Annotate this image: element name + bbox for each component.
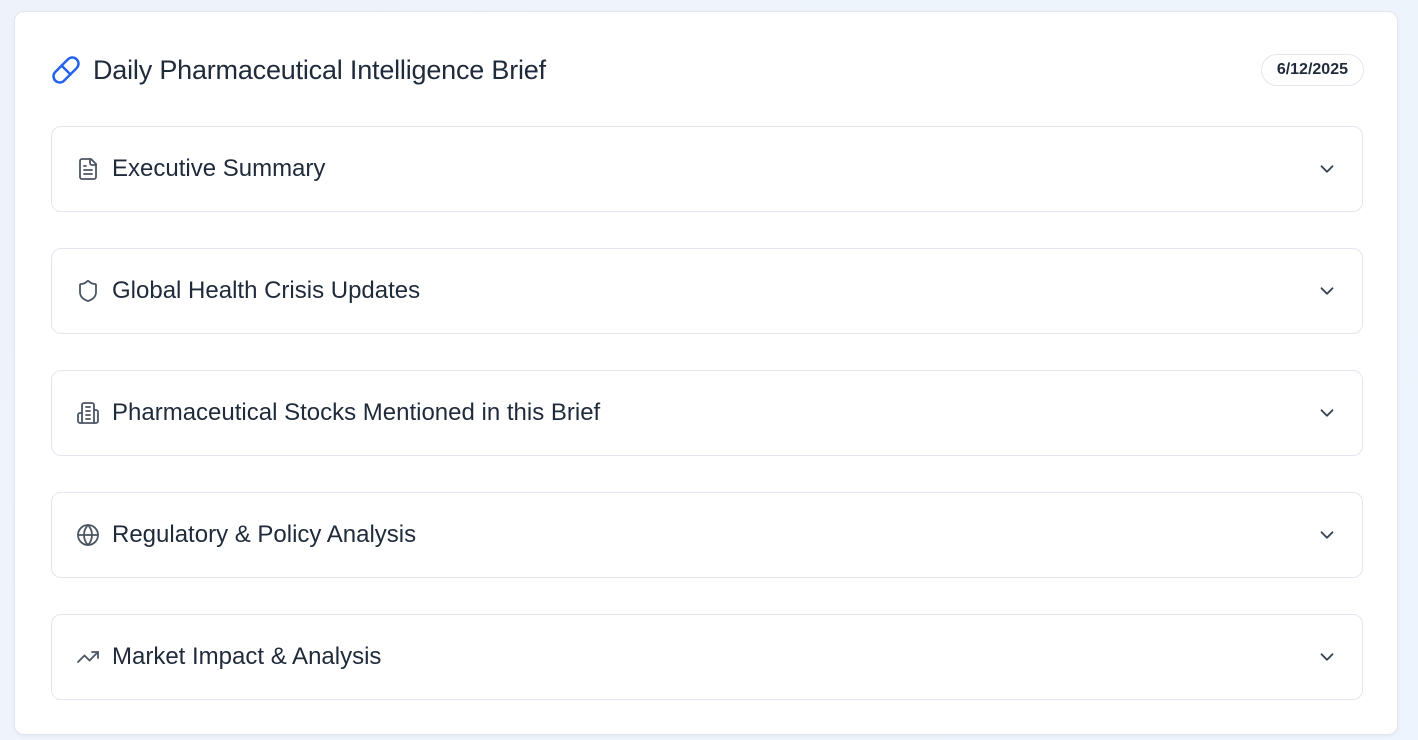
section-regulatory-policy[interactable]: Regulatory & Policy Analysis [51,492,1363,578]
section-pharmaceutical-stocks[interactable]: Pharmaceutical Stocks Mentioned in this … [51,370,1363,456]
file-text-icon [76,157,100,181]
brief-card: Daily Pharmaceutical Intelligence Brief … [14,11,1398,735]
section-label: Regulatory & Policy Analysis [112,521,417,548]
section-label: Market Impact & Analysis [112,643,382,670]
date-badge: 6/12/2025 [1260,54,1364,86]
chevron-down-icon[interactable] [1316,158,1338,180]
trending-up-icon [76,645,100,669]
chevron-down-icon[interactable] [1316,402,1338,424]
title-wrap: Daily Pharmaceutical Intelligence Brief [51,55,546,86]
page-title: Daily Pharmaceutical Intelligence Brief [93,54,546,85]
chevron-down-icon[interactable] [1316,646,1338,668]
brief-header: Daily Pharmaceutical Intelligence Brief … [51,52,1364,88]
globe-icon [76,523,100,547]
section-market-impact[interactable]: Market Impact & Analysis [51,614,1363,700]
section-global-health-crisis[interactable]: Global Health Crisis Updates [51,248,1363,334]
section-executive-summary[interactable]: Executive Summary [51,126,1363,212]
pill-icon [51,55,81,85]
shield-icon [76,279,100,303]
chevron-down-icon[interactable] [1316,280,1338,302]
section-label: Executive Summary [112,155,326,182]
building-icon [76,401,100,425]
section-label: Pharmaceutical Stocks Mentioned in this … [112,399,601,426]
chevron-down-icon[interactable] [1316,524,1338,546]
section-label: Global Health Crisis Updates [112,277,421,304]
